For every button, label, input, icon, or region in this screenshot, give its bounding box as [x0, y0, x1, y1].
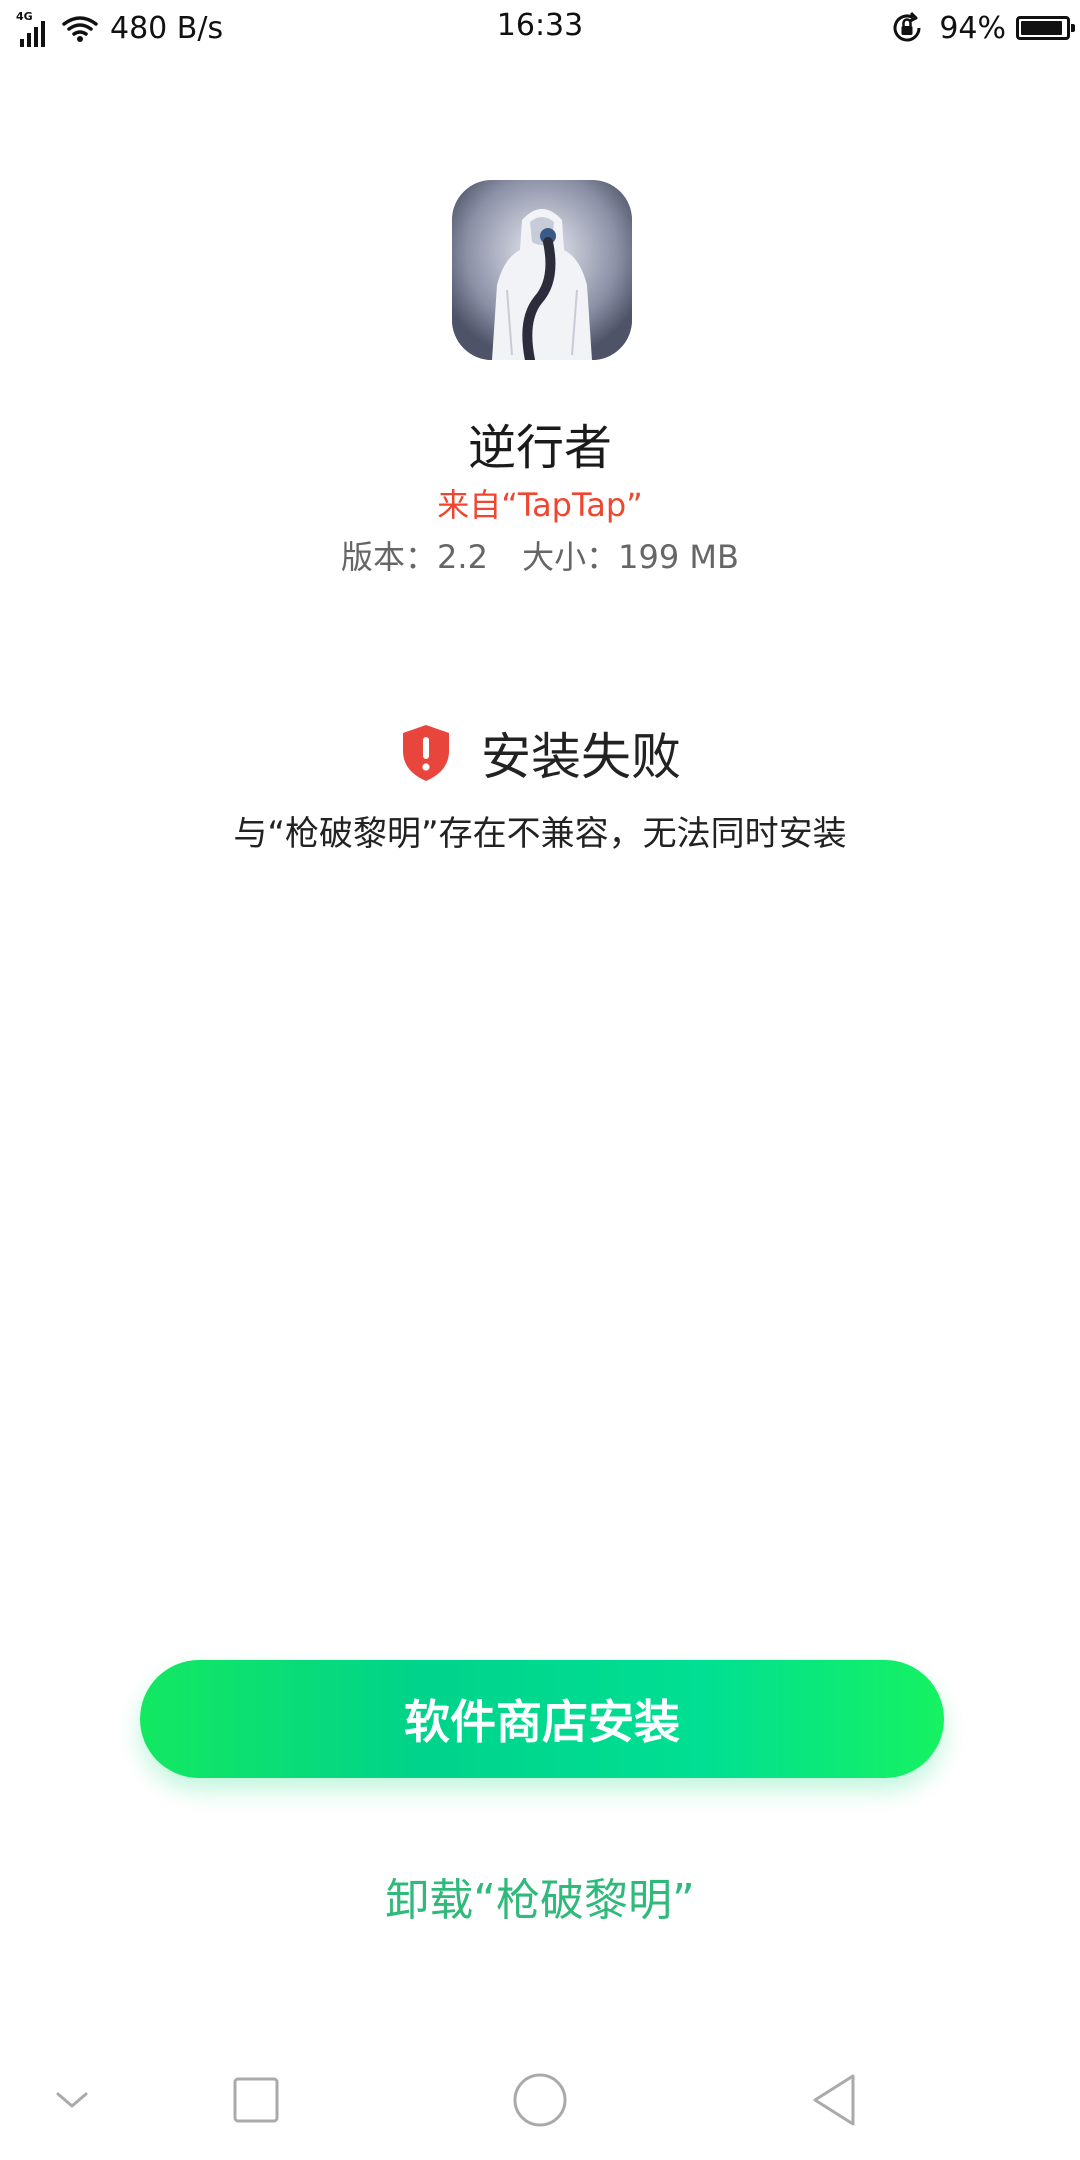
- status-right: 94%: [889, 8, 1075, 48]
- app-meta: 版本：2.2 大小：199 MB: [0, 532, 1080, 578]
- app-name: 逆行者: [467, 420, 612, 476]
- uninstall-conflicting-app-link[interactable]: 卸载“枪破黎明”: [0, 1864, 1080, 1928]
- app-icon-artwork: [452, 180, 632, 360]
- shield-alert-icon: [403, 725, 449, 781]
- app-icon: [452, 180, 632, 360]
- battery-level-fill: [1021, 21, 1062, 35]
- battery-icon: [1016, 16, 1075, 40]
- install-failed-title: 安装失败: [481, 728, 681, 786]
- app-size: 大小：199 MB: [522, 538, 739, 576]
- recent-apps-icon[interactable]: [226, 2070, 286, 2130]
- back-icon[interactable]: [804, 2070, 864, 2130]
- app-version: 版本：2.2: [341, 538, 488, 576]
- navigation-bar: [0, 2040, 1080, 2160]
- chevron-down-icon[interactable]: [42, 2070, 102, 2130]
- rotation-lock-icon: [893, 11, 921, 42]
- app-store-install-button[interactable]: 软件商店安装: [140, 1660, 944, 1778]
- home-icon[interactable]: [510, 2070, 570, 2130]
- status-bar: 4G 480 B/s 16:33 94%: [0, 0, 1080, 56]
- app-source: 来自“TapTap”: [437, 486, 643, 524]
- battery-percent: 94%: [939, 10, 1006, 46]
- install-failed-row: 安装失败: [0, 718, 1080, 788]
- install-failed-message: 与“枪破黎明”存在不兼容，无法同时安装: [233, 814, 847, 854]
